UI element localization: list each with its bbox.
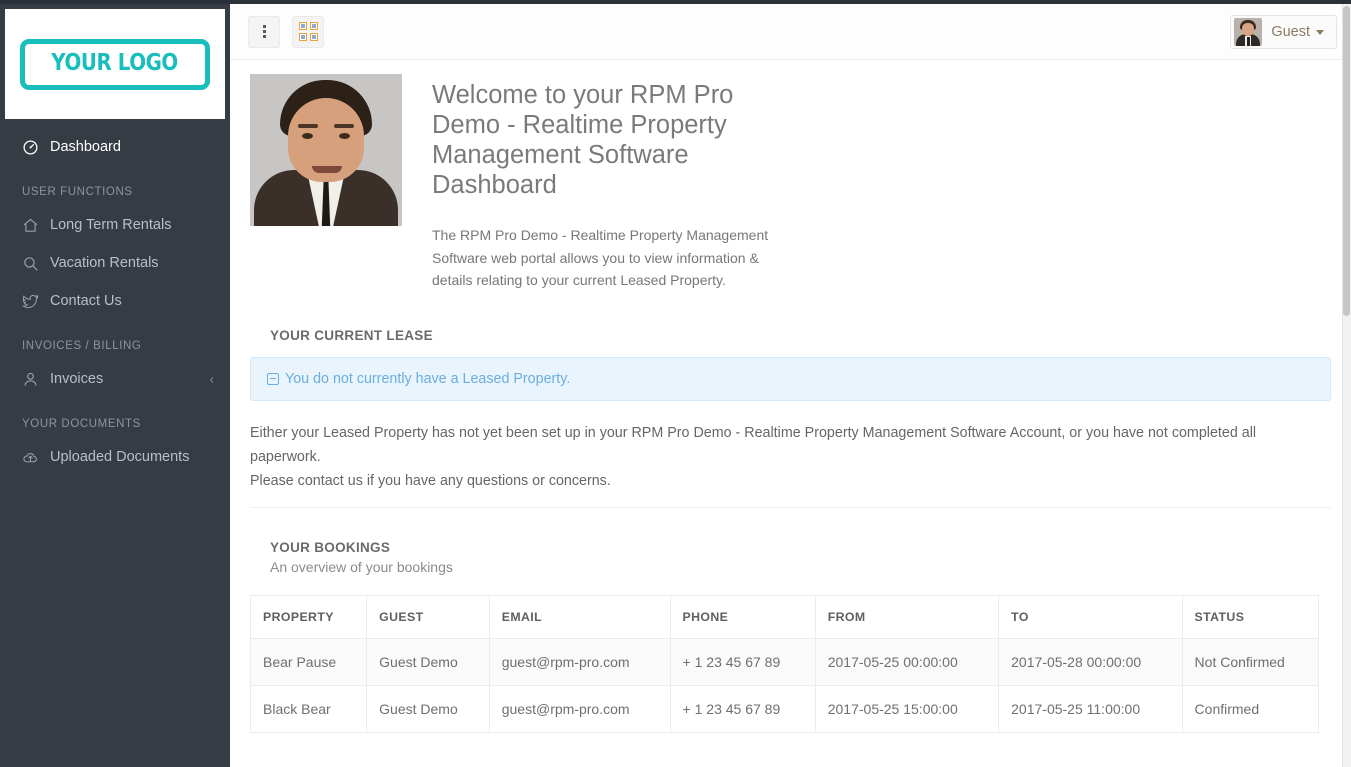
section-subtitle-bookings: An overview of your bookings [270, 558, 453, 575]
table-row[interactable]: Bear Pause Guest Demo guest@rpm-pro.com … [249, 637, 1320, 686]
sidebar-item-uploaded-documents[interactable]: Uploaded Documents [0, 438, 230, 476]
app-root: YOUR LOGO Dashboard USER FUNCTIONS Long … [0, 0, 1351, 767]
cell-to: 2017-05-28 00:00:00 [998, 637, 1183, 686]
lease-paragraph-line1: Either your Leased Property has not yet … [250, 424, 1257, 465]
logo-text: YOUR LOGO [51, 49, 179, 76]
cell-from: 2017-05-25 15:00:00 [814, 684, 1000, 733]
column-header-phone[interactable]: PHONE [669, 594, 816, 639]
sidebar-item-label: Uploaded Documents [50, 449, 190, 465]
page-title: Welcome to your RPM Pro Demo - Realtime … [432, 81, 734, 199]
cell-to: 2017-05-25 11:00:00 [998, 684, 1183, 733]
cell-phone: + 1 23 45 67 89 [669, 684, 816, 733]
lease-paragraph-line2: Please contact us if you have any questi… [250, 472, 611, 489]
lease-paragraph: Either your Leased Property has not yet … [230, 401, 1351, 493]
sidebar-item-label: Dashboard [50, 139, 121, 155]
menu-toggle-button[interactable] [248, 15, 280, 48]
home-icon [22, 216, 44, 234]
cell-phone: + 1 23 45 67 89 [669, 637, 816, 686]
sidebar-item-invoices[interactable]: Invoices ‹ [0, 360, 230, 398]
cell-property: Bear Pause [249, 637, 368, 686]
topbar: Guest [230, 4, 1351, 60]
vertical-scrollbar[interactable] [1342, 4, 1351, 767]
table-header-row: PROPERTY GUEST EMAIL PHONE FROM TO STATU… [249, 594, 1320, 639]
cell-status: Not Confirmed [1181, 637, 1320, 686]
sidebar-item-label: Invoices [50, 371, 104, 387]
sidebar-item-dashboard[interactable]: Dashboard [0, 119, 230, 166]
logo[interactable]: YOUR LOGO [5, 9, 225, 119]
user-name-label: Guest [1271, 24, 1310, 40]
cloud-upload-icon [22, 448, 44, 466]
user-icon [22, 370, 44, 388]
bookings-table-head: PROPERTY GUEST EMAIL PHONE FROM TO STATU… [249, 594, 1320, 639]
sidebar-section-title-your-documents: YOUR DOCUMENTS [22, 418, 141, 430]
table-row[interactable]: Black Bear Guest Demo guest@rpm-pro.com … [249, 684, 1320, 733]
bookings-table-wrap: PROPERTY GUEST EMAIL PHONE FROM TO STATU… [230, 575, 1351, 733]
sidebar-item-long-term-rentals[interactable]: Long Term Rentals [0, 206, 230, 244]
vertical-dots-icon [262, 25, 266, 38]
chevron-left-icon: ‹ [209, 371, 214, 387]
welcome-panel: Welcome to your RPM Pro Demo - Realtime … [230, 60, 1351, 292]
column-header-to[interactable]: TO [998, 594, 1183, 639]
chevron-down-icon [1316, 29, 1324, 35]
column-header-guest[interactable]: GUEST [366, 594, 490, 639]
cell-status: Confirmed [1181, 684, 1320, 733]
agent-portrait-photo [250, 74, 402, 226]
bookings-table-body: Bear Pause Guest Demo guest@rpm-pro.com … [249, 637, 1320, 733]
grid-apps-icon [298, 22, 318, 41]
cell-guest: Guest Demo [366, 637, 490, 686]
column-header-status[interactable]: STATUS [1181, 594, 1320, 639]
cell-email: guest@rpm-pro.com [488, 684, 671, 733]
sidebar: YOUR LOGO Dashboard USER FUNCTIONS Long … [0, 0, 230, 767]
sidebar-item-label: Vacation Rentals [50, 255, 159, 271]
lease-alert: You do not currently have a Leased Prope… [250, 356, 1331, 401]
sidebar-item-label: Contact Us [50, 293, 122, 309]
section-title-current-lease: YOUR CURRENT LEASE [270, 327, 433, 343]
scrollbar-thumb[interactable] [1343, 6, 1350, 316]
column-header-email[interactable]: EMAIL [488, 594, 671, 639]
dashboard-icon [22, 138, 44, 156]
grid-apps-button[interactable] [292, 15, 324, 48]
section-title-bookings: YOUR BOOKINGS [270, 539, 391, 555]
welcome-text: Welcome to your RPM Pro Demo - Realtime … [432, 74, 772, 292]
column-header-property[interactable]: PROPERTY [249, 594, 368, 639]
avatar [1234, 18, 1263, 46]
twitter-bird-icon [22, 292, 44, 310]
column-header-from[interactable]: FROM [814, 594, 1000, 639]
lease-alert-text: You do not currently have a Leased Prope… [285, 370, 571, 387]
minus-square-icon[interactable] [267, 372, 279, 385]
cell-property: Black Bear [249, 684, 368, 733]
bookings-table: PROPERTY GUEST EMAIL PHONE FROM TO STATU… [249, 594, 1320, 733]
sidebar-section-title-invoices-billing: INVOICES / BILLING [22, 340, 142, 352]
welcome-description: The RPM Pro Demo - Realtime Property Man… [432, 227, 769, 288]
sidebar-item-vacation-rentals[interactable]: Vacation Rentals [0, 244, 230, 282]
cell-email: guest@rpm-pro.com [488, 637, 671, 686]
search-icon [22, 254, 44, 272]
sidebar-item-contact-us[interactable]: Contact Us [0, 282, 230, 320]
sidebar-item-label: Long Term Rentals [50, 217, 172, 233]
cell-from: 2017-05-25 00:00:00 [814, 637, 1000, 686]
logo-frame: YOUR LOGO [20, 38, 210, 90]
cell-guest: Guest Demo [366, 684, 490, 733]
main-area: Guest Welcome to your RPM Pro Demo - Rea [230, 0, 1351, 767]
sidebar-section-title-user-functions: USER FUNCTIONS [22, 186, 133, 198]
content-scroll-area: Welcome to your RPM Pro Demo - Realtime … [230, 60, 1351, 767]
user-menu-button[interactable]: Guest [1230, 15, 1337, 49]
